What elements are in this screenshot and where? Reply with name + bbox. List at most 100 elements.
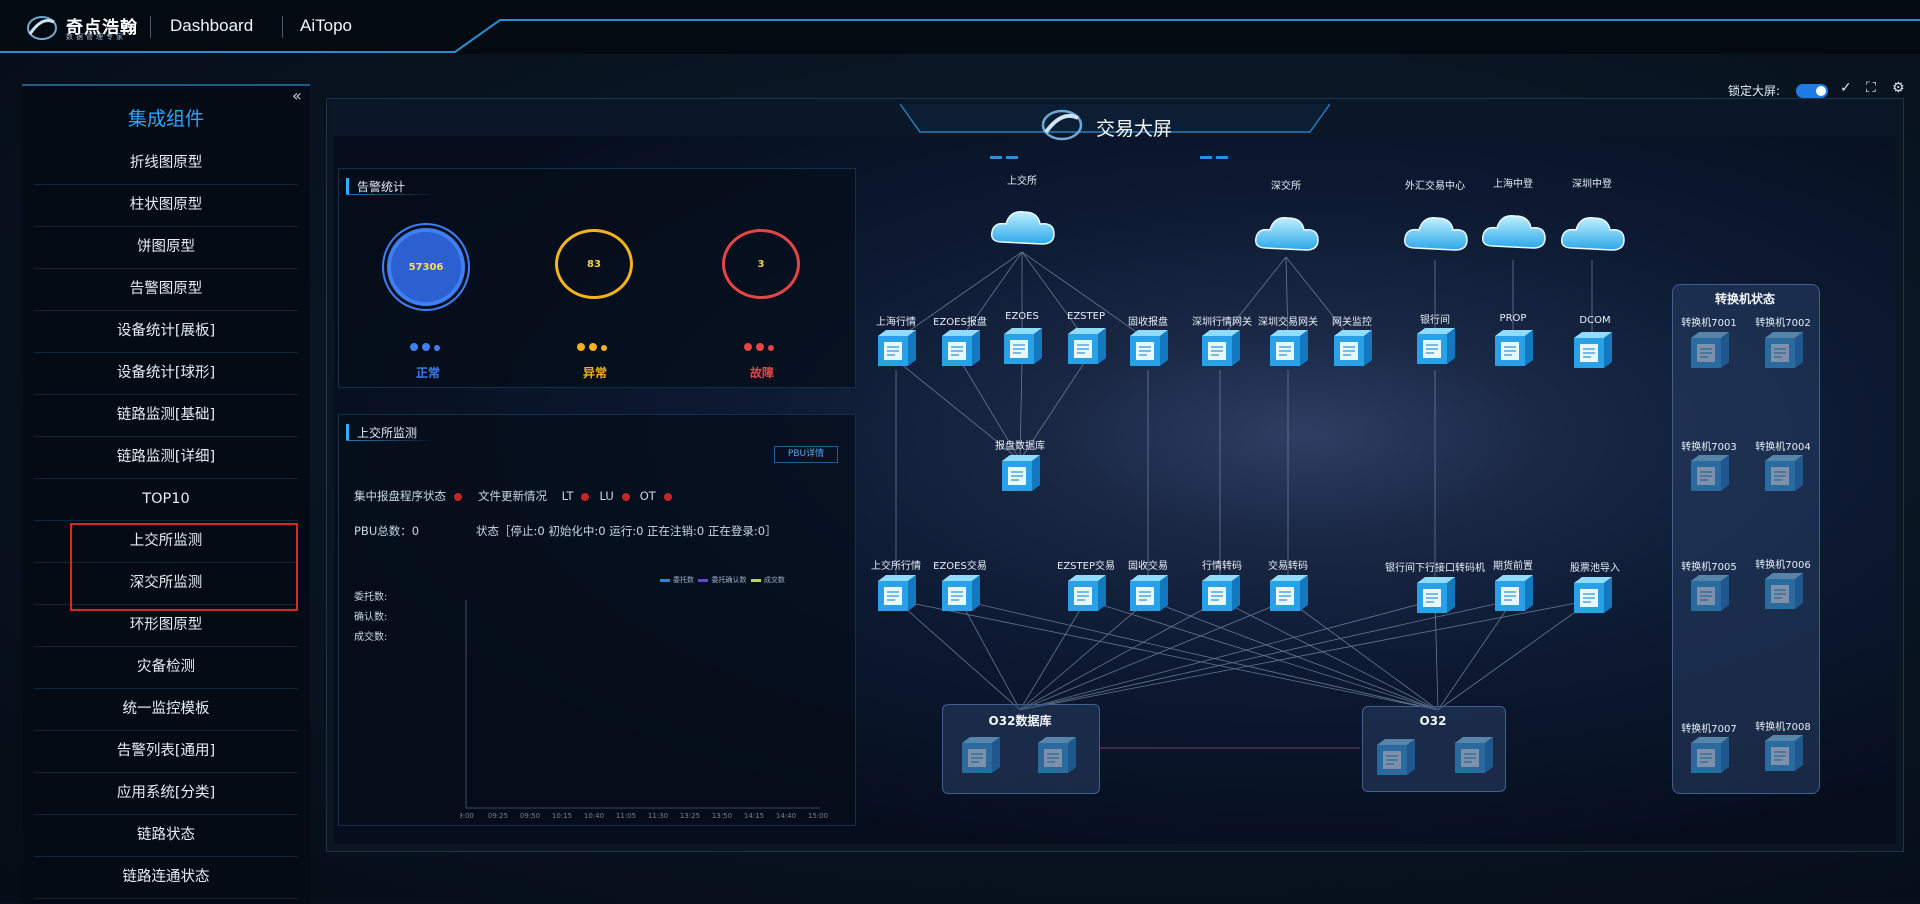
pbu-total: PBU总数：0 [354, 524, 420, 538]
server-icon[interactable] [1334, 330, 1372, 366]
switch-label: 转换机7001 [1681, 318, 1737, 329]
sidebar-title: 集成组件 [127, 108, 204, 130]
x-tick-label: 14:40 [776, 812, 796, 820]
switch-label: 转换机7007 [1681, 724, 1737, 735]
server-icon[interactable] [878, 330, 916, 366]
x-tick-label: 13:50 [712, 812, 732, 820]
abnormal-count-value: 83 [587, 258, 601, 270]
node-label: 交易转码 [1268, 561, 1308, 572]
cloud-icon [1560, 217, 1625, 251]
check-icon[interactable]: ✓ [1840, 80, 1852, 96]
node-label: EZSTEP [1067, 311, 1105, 322]
sidebar-item-line-chart[interactable]: 折线图原型 [34, 142, 298, 185]
cloud-label-chinaclear-sh: 上海中登 [1493, 179, 1533, 190]
o32-title: O32 [1419, 714, 1447, 728]
sidebar-item-top10[interactable]: TOP10 [34, 478, 298, 521]
node-label: EZOES交易 [933, 561, 987, 572]
server-icon[interactable] [1068, 575, 1106, 611]
node-label: 上海行情 [876, 317, 916, 328]
server-icon[interactable] [1495, 575, 1533, 611]
server-icon[interactable] [942, 330, 980, 366]
switch-label: 转换机7006 [1755, 560, 1811, 571]
server-icon[interactable] [1495, 330, 1533, 366]
program-status-label: 集中报盘程序状态 [354, 489, 446, 503]
program-status-indicator [454, 492, 462, 501]
nav-divider [282, 16, 283, 38]
x-tick-label: 10:15 [552, 812, 572, 820]
nav-dashboard[interactable]: Dashboard [170, 16, 253, 36]
logo-icon [27, 16, 57, 40]
server-icon[interactable] [1417, 328, 1455, 364]
node-label: 深圳行情网关 [1192, 317, 1252, 328]
metric-confirmed: 确认数: [354, 612, 388, 623]
server-icon[interactable] [1068, 328, 1106, 364]
server-icon[interactable] [1270, 575, 1308, 611]
server-icon[interactable] [942, 575, 980, 611]
node-label: EZOES [1005, 311, 1039, 322]
gear-icon[interactable]: ⚙ [1892, 80, 1905, 96]
sidebar-item-device-board[interactable]: 设备统计[展板] [34, 310, 298, 353]
normal-dots [410, 336, 444, 355]
sidebar-item-dr-check[interactable]: 灾备检测 [34, 646, 298, 689]
cloud-label-szse: 深交所 [1271, 181, 1301, 192]
node-label: 期货前置 [1493, 561, 1533, 572]
x-tick-label: 15:00 [808, 812, 828, 820]
sidebar-item-unified-template[interactable]: 统一监控模板 [34, 688, 298, 731]
server-icon[interactable] [1002, 455, 1040, 491]
node-label: EZSTEP交易 [1057, 561, 1115, 572]
server-icon[interactable] [1270, 330, 1308, 366]
fault-count-circle: 3 [722, 229, 800, 299]
o32-database-title: O32数据库 [988, 714, 1052, 728]
nav-aitopo[interactable]: AiTopo [300, 16, 352, 36]
abnormal-count-circle: 83 [555, 229, 633, 299]
sidebar-item-bar-chart[interactable]: 柱状图原型 [34, 184, 298, 227]
server-icon[interactable] [1130, 575, 1168, 611]
server-icon[interactable] [1004, 328, 1042, 364]
collapse-icon[interactable]: « [292, 86, 302, 105]
node-label: PROP [1499, 313, 1527, 324]
sidebar-item-alert-chart[interactable]: 告警图原型 [34, 268, 298, 311]
lt-indicator [581, 492, 590, 501]
fullscreen-icon[interactable]: ⛶ [1866, 80, 1876, 96]
sse-status-row: 集中报盘程序状态 文件更新情况 LT LU OT [354, 488, 688, 504]
server-icon[interactable] [1130, 330, 1168, 366]
server-icon[interactable] [1574, 577, 1612, 613]
legend-orders: 委托数 [673, 576, 694, 584]
chart-legend: 委托数 委托确认数 成交数 [660, 575, 785, 585]
sidebar-item-alert-list[interactable]: 告警列表[通用] [34, 730, 298, 773]
abnormal-dots [577, 336, 611, 355]
title-underline [346, 194, 436, 195]
title-underline [346, 440, 436, 441]
sidebar-item-link-status[interactable]: 链路状态 [34, 814, 298, 857]
sidebar-item-device-sphere[interactable]: 设备统计[球形] [34, 352, 298, 395]
x-tick-label: 13:25 [680, 812, 700, 820]
server-icon[interactable] [1202, 575, 1240, 611]
node-label: 银行间下行接口转码机 [1385, 563, 1485, 574]
pbu-detail-button[interactable]: PBU详情 [774, 446, 838, 463]
sidebar-item-link-basic[interactable]: 链路监测[基础] [34, 394, 298, 437]
fault-label: 故障 [749, 366, 774, 380]
server-icon[interactable] [1574, 332, 1612, 368]
server-icon[interactable] [1202, 330, 1240, 366]
ot-indicator [663, 492, 672, 501]
lock-screen-toggle[interactable] [1796, 84, 1828, 98]
sidebar-item-link-detail[interactable]: 链路监测[详细] [34, 436, 298, 479]
sidebar-item-app-system[interactable]: 应用系统[分类] [34, 772, 298, 815]
switch-label: 转换机7004 [1755, 442, 1811, 453]
server-icon[interactable] [1417, 577, 1455, 613]
switch-label: 转换机7003 [1681, 442, 1737, 453]
switch-label: 转换机7002 [1755, 318, 1811, 329]
sidebar-item-link-connectivity[interactable]: 链路连通状态 [34, 856, 298, 899]
fault-count-value: 3 [757, 258, 765, 270]
server-icon[interactable] [878, 575, 916, 611]
x-tick-label: 09:25 [488, 812, 508, 820]
alert-panel-title: 告警统计 [346, 178, 405, 195]
switch-label: 转换机7005 [1681, 562, 1737, 573]
x-tick-label: 10:40 [584, 812, 604, 820]
sidebar-item-pie-chart[interactable]: 饼图原型 [34, 226, 298, 269]
sse-panel-title: 上交所监测 [346, 424, 417, 441]
x-tick-label: 14:15 [744, 812, 764, 820]
header-accent-line [0, 19, 1920, 53]
metric-orders: 委托数: [354, 592, 388, 603]
node-label: 行情转码 [1202, 561, 1242, 572]
